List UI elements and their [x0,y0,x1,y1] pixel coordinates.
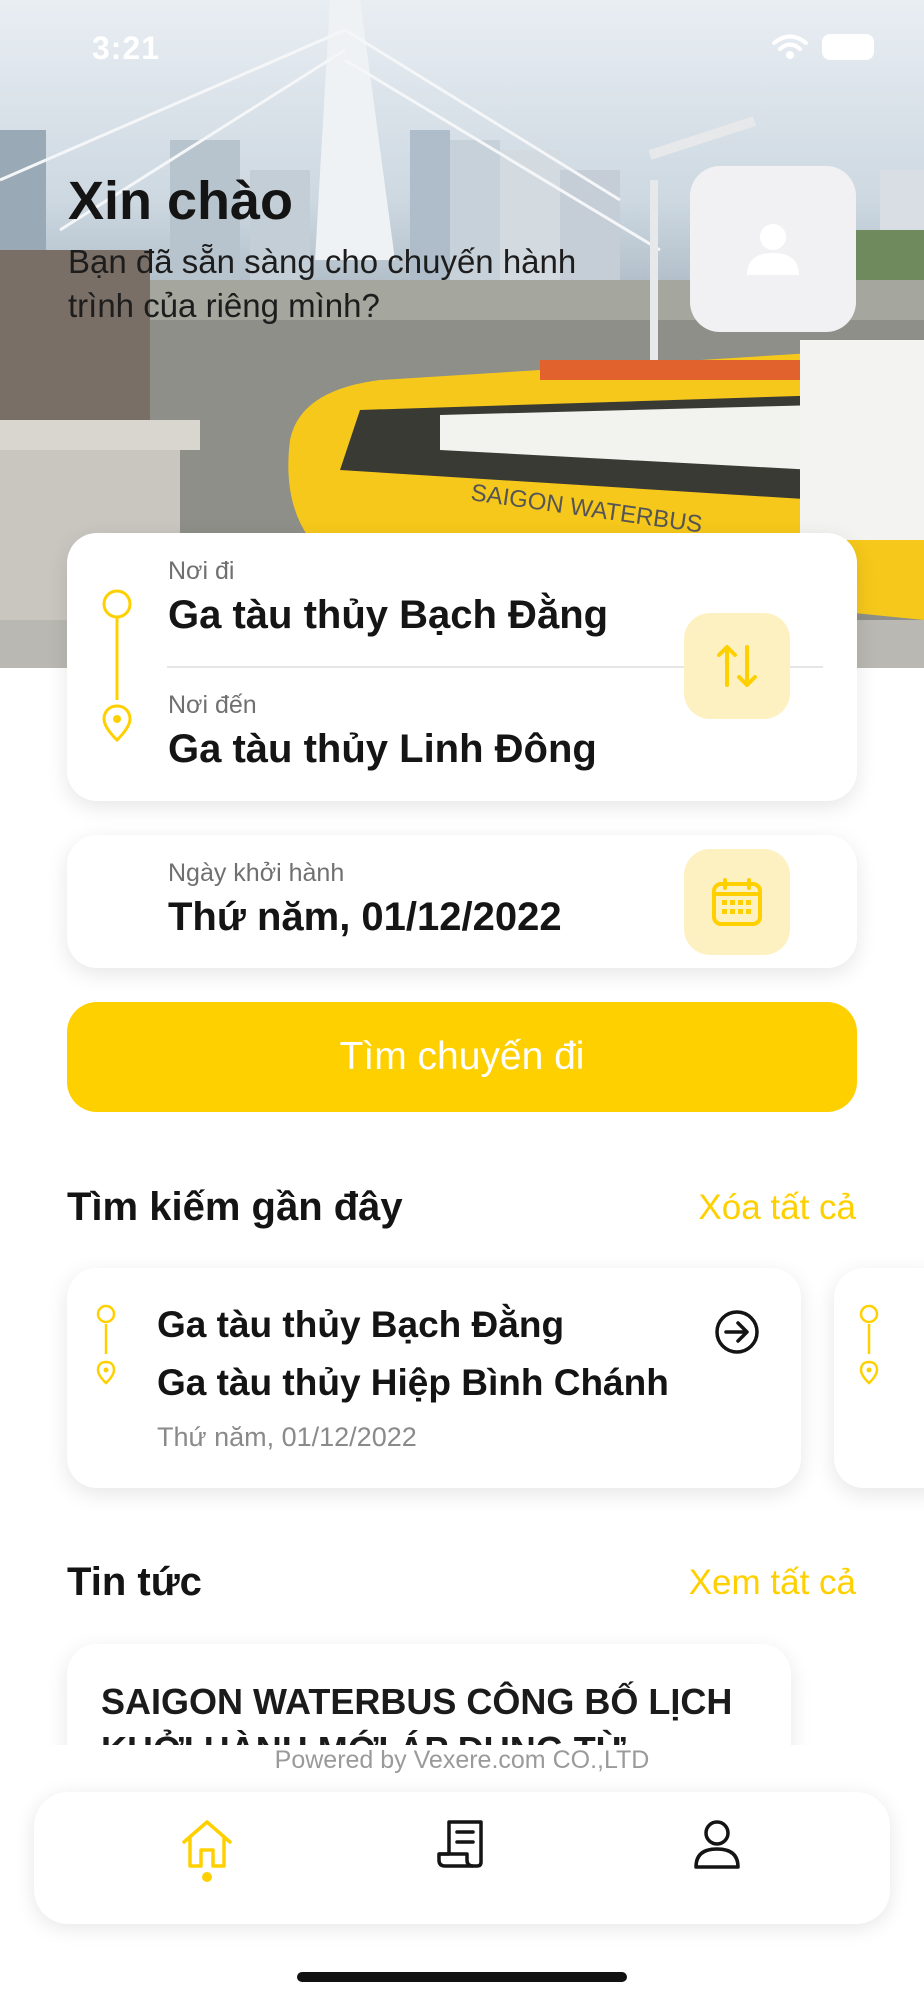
news-headline: SAIGON WATERBUS CÔNG BỐ LỊCH KHỞI HÀNH M… [101,1681,733,1745]
news-scroll-area: SAIGON WATERBUS CÔNG BỐ LỊCH KHỞI HÀNH M… [0,0,924,1745]
tab-tickets[interactable] [427,1818,497,1898]
tab-account[interactable] [682,1818,752,1898]
bottom-tab-bar [34,1792,890,1924]
profile-icon [694,1820,740,1869]
ticket-icon [437,1820,483,1868]
home-icon [182,1820,232,1868]
tab-home[interactable] [172,1818,242,1898]
active-tab-indicator [202,1872,212,1882]
home-indicator [297,1972,627,1982]
powered-by-text: Powered by Vexere.com CO.,LTD [274,1746,650,1774]
news-card[interactable]: SAIGON WATERBUS CÔNG BỐ LỊCH KHỞI HÀNH M… [67,1644,791,1745]
